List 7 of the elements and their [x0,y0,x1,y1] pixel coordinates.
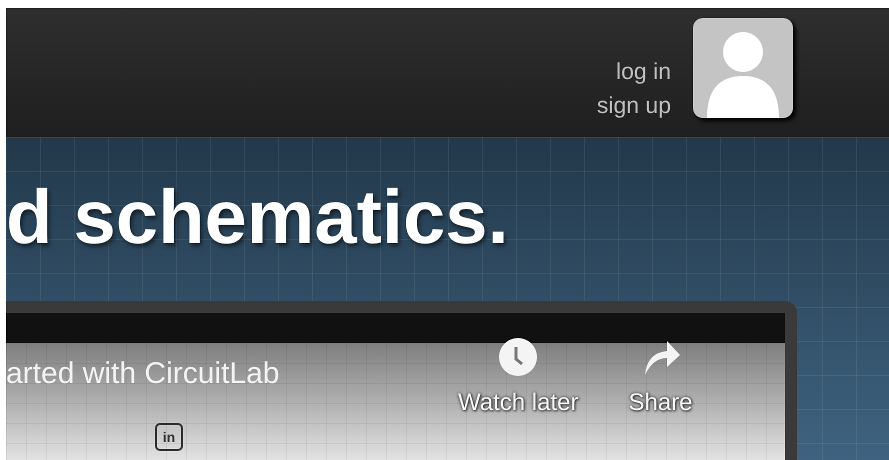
header-link[interactable]: log in [616,54,671,88]
clock-icon [498,337,538,377]
header-link[interactable]: sign up [596,88,671,122]
hero-heading: d schematics. [6,174,510,262]
linkedin-badge[interactable]: in [155,423,183,451]
video-title: arted with CircuitLab [6,357,280,391]
avatar-icon[interactable] [693,18,793,118]
